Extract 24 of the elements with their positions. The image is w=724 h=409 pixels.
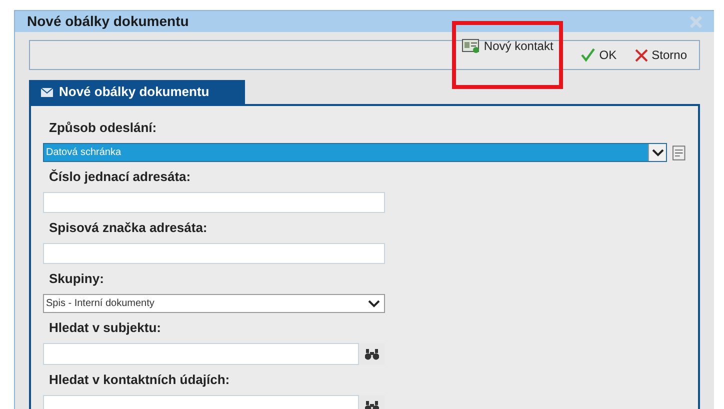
field-label: Hledat v kontaktních údajích: — [49, 372, 230, 387]
field-label: Spisová značka adresáta: — [49, 220, 208, 235]
toolbar-button[interactable]: Storno — [634, 46, 687, 64]
search-input-field[interactable] — [43, 343, 359, 365]
chevron-down-icon — [368, 300, 380, 308]
text-input-field[interactable] — [43, 192, 385, 213]
checkmark-icon — [581, 48, 596, 62]
dropdown-field[interactable]: Spis - Interní dokumenty — [43, 294, 385, 313]
field-label: Hledat v subjektu: — [49, 320, 161, 335]
binoculars-icon — [365, 348, 379, 360]
field-label: Způsob odeslání: — [49, 120, 157, 135]
toolbar-button[interactable]: OK — [581, 46, 617, 64]
close-icon — [634, 48, 648, 62]
close-icon[interactable] — [690, 16, 702, 28]
tab[interactable]: Nové obálky dokumentu — [29, 80, 245, 104]
toolbar-button[interactable]: Nový kontakt — [452, 21, 564, 89]
chevron-down-icon — [652, 148, 664, 156]
contact-card-icon — [462, 39, 480, 53]
envelope-icon — [41, 88, 53, 96]
field-label: Číslo jednací adresáta: — [49, 169, 191, 184]
field-label: Skupiny: — [49, 271, 104, 286]
text-input-field[interactable] — [43, 243, 385, 264]
window-title: Nové obálky dokumentu — [27, 12, 189, 31]
binoculars-icon — [365, 400, 379, 409]
